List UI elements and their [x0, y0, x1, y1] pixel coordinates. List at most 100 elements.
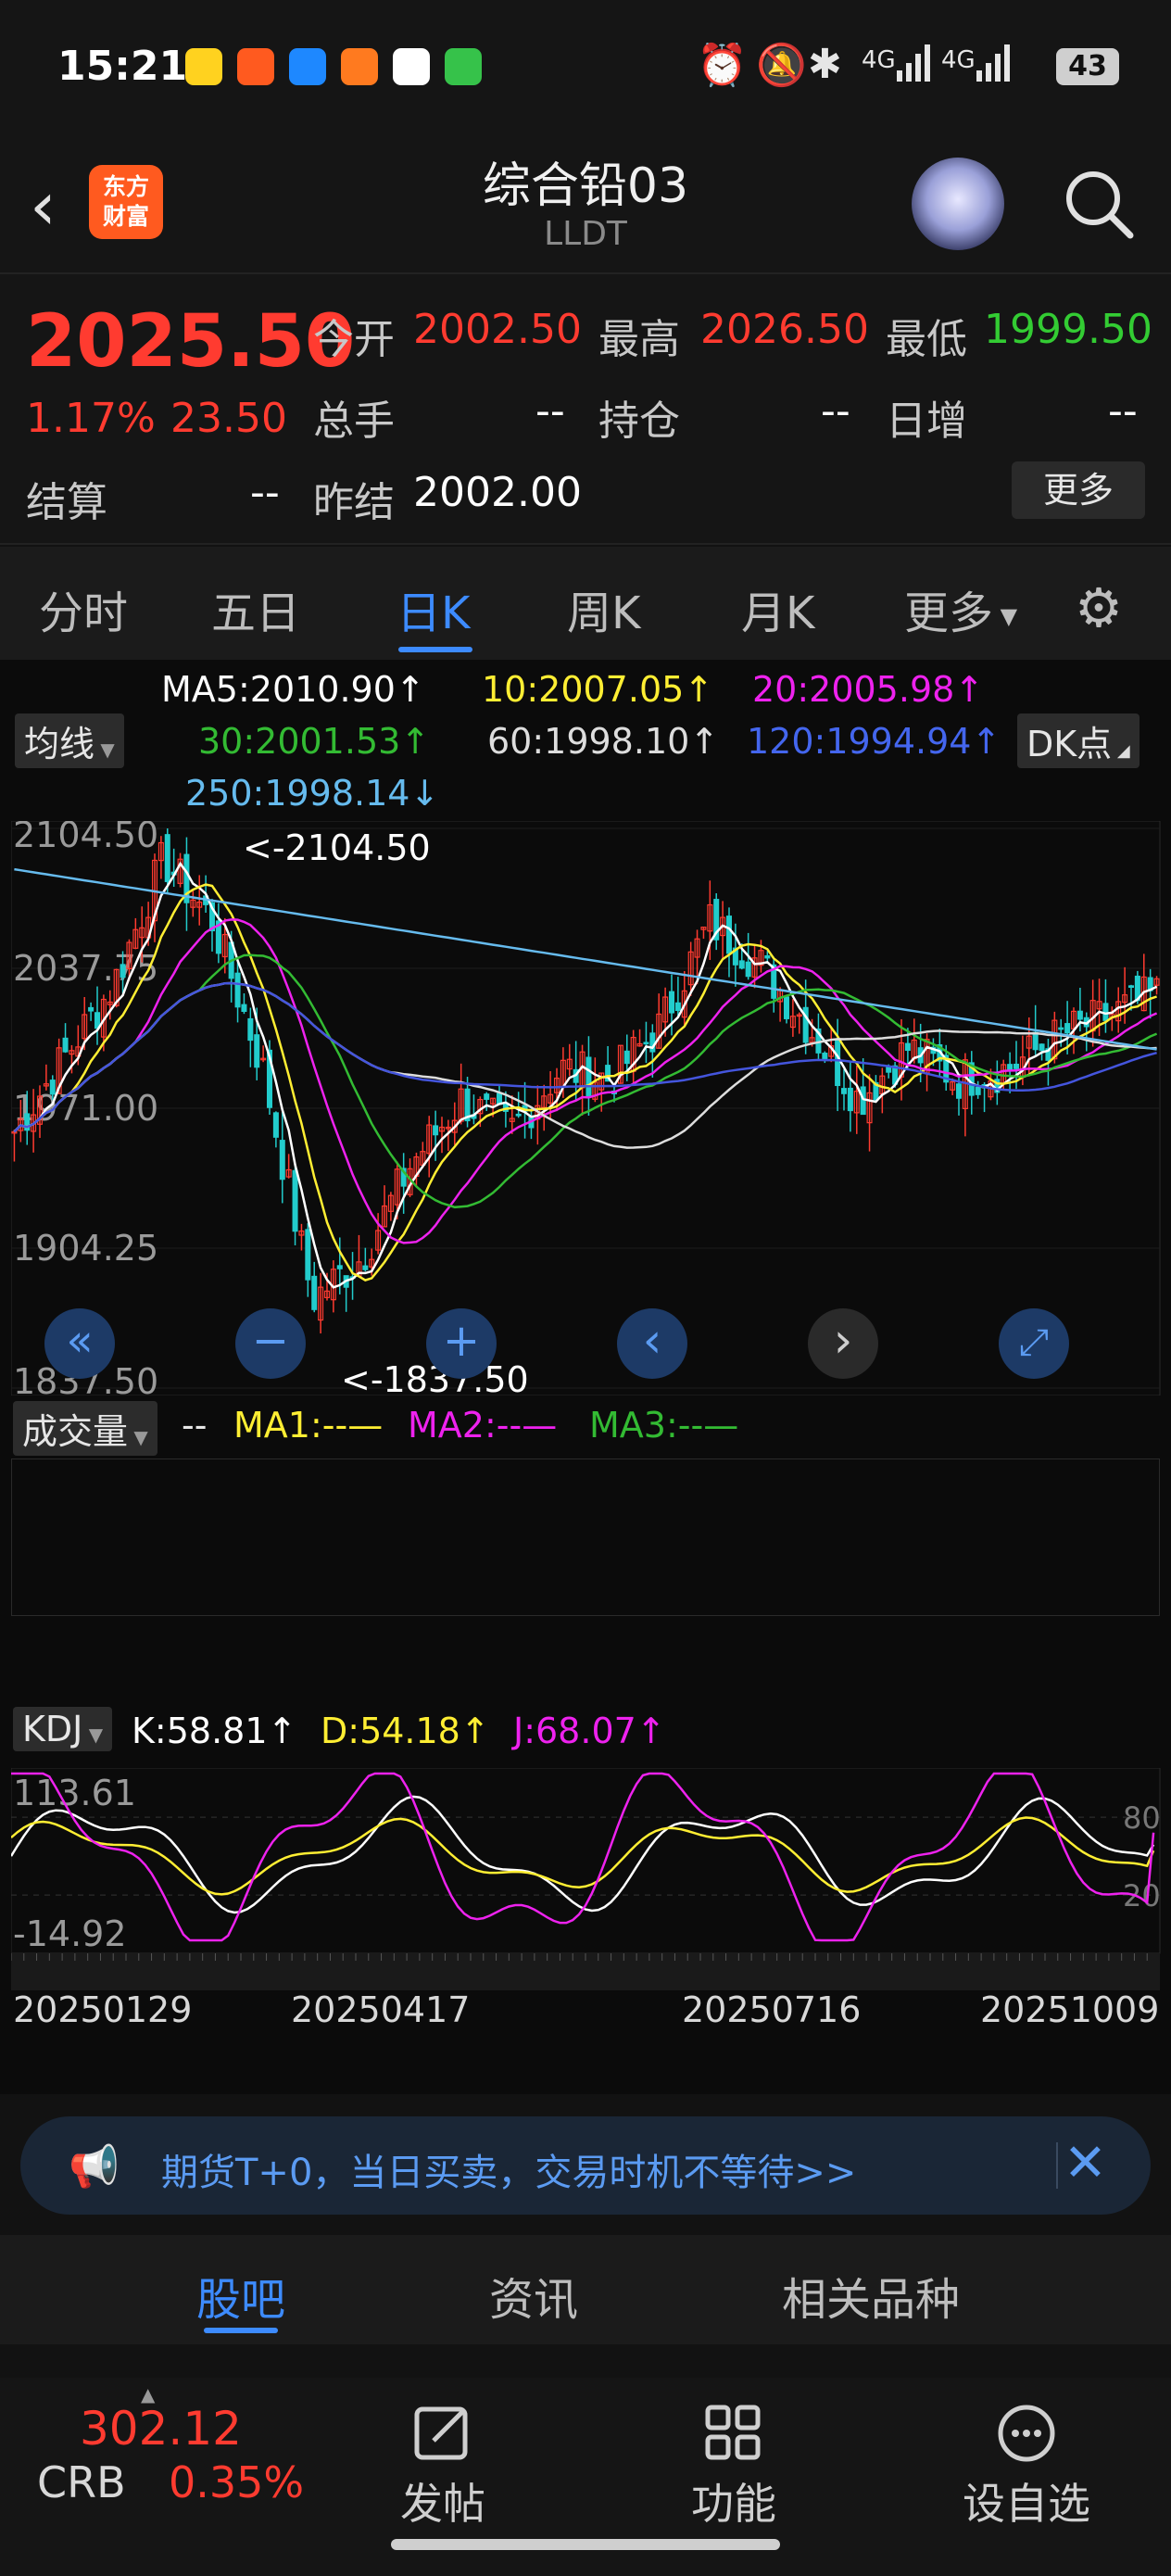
- gear-icon[interactable]: ⚙: [1075, 576, 1123, 639]
- kdj-k-label: K:58.81↑: [132, 1711, 297, 1751]
- tab-more[interactable]: 更多 ▼: [904, 576, 1017, 641]
- last-price: 2025.50: [26, 300, 356, 384]
- ma20-label: 20:2005.98↑: [752, 669, 985, 710]
- vol-ma2-label: MA2:--—: [408, 1405, 558, 1446]
- tab-forum[interactable]: 股吧: [196, 2263, 285, 2328]
- next-button[interactable]: ›: [808, 1308, 878, 1379]
- candle-body: [745, 961, 751, 978]
- prev-settle-label: 昨结: [313, 479, 395, 526]
- candle-body: [886, 1067, 892, 1073]
- crb-index-value[interactable]: 302.12: [80, 2402, 242, 2456]
- candle-body: [1039, 1043, 1045, 1052]
- tab-related[interactable]: 相关品种: [782, 2263, 960, 2328]
- change-value: 23.50: [170, 395, 287, 442]
- tab-news[interactable]: 资讯: [489, 2263, 578, 2328]
- alarm-icon: ⏰: [697, 42, 748, 89]
- more-details-button[interactable]: 更多: [1012, 461, 1145, 519]
- candlestick-chart[interactable]: 2104.502037.751971.001904.251837.50<-210…: [11, 821, 1171, 1395]
- candle-body: [234, 972, 241, 1008]
- y-tick-label: 2037.75: [13, 948, 158, 989]
- ma5-label: MA5:2010.90↑: [161, 669, 425, 710]
- volume-value: --: [182, 1405, 208, 1446]
- candle-body: [1007, 1064, 1014, 1071]
- x-tick-label: 20250129: [13, 1989, 192, 2030]
- daily-increase-value: --: [1108, 387, 1138, 435]
- ma120-line: [13, 981, 1157, 1133]
- dropdown-caret-icon: ◢: [1112, 741, 1130, 761]
- candle-body: [272, 1112, 279, 1138]
- promo-banner[interactable]: 📢 期货T+0，当日买卖，交易时机不等待>> ✕: [20, 2116, 1151, 2215]
- x-tick-label: 20251009: [980, 1989, 1159, 2030]
- prev-button[interactable]: ‹: [617, 1308, 687, 1379]
- prev-settle-value: 2002.00: [413, 469, 582, 516]
- battery-icon: 43: [1056, 48, 1119, 85]
- volume-chart[interactable]: [11, 1458, 1160, 1616]
- dropdown-caret-icon: ▼: [82, 1724, 104, 1746]
- open-value: 2002.50: [413, 306, 582, 353]
- period-tabs: 分时 五日 日K 周K 月K 更多 ▼ ⚙: [0, 547, 1171, 660]
- candle-body: [279, 1140, 285, 1181]
- candle-body: [62, 1037, 69, 1053]
- volume-indicator-select[interactable]: 成交量 ▼: [13, 1401, 157, 1456]
- candle-body: [292, 1169, 298, 1232]
- candle-body: [764, 954, 771, 959]
- network-label: 4G: [941, 46, 976, 74]
- quote-panel: 2025.50 1.17% 23.50 今开 2002.50 最高 2026.5…: [0, 274, 1171, 545]
- function-label: 功能: [691, 2479, 776, 2529]
- candle-body: [254, 1034, 260, 1068]
- candle-body: [336, 1265, 343, 1269]
- tab-weekly-k[interactable]: 周K: [567, 576, 640, 641]
- crb-index-change[interactable]: 0.35%: [169, 2457, 304, 2507]
- vol-ma2-text: MA2:--: [408, 1405, 523, 1446]
- kdj-indicator-select[interactable]: KDJ ▼: [13, 1707, 113, 1751]
- banner-text[interactable]: 期货T+0，当日买卖，交易时机不等待>>: [161, 2142, 856, 2196]
- candle-body: [674, 1002, 681, 1011]
- zoom-out-button[interactable]: −: [235, 1308, 306, 1379]
- kdj-ref-label: 20: [1123, 1878, 1161, 1913]
- fast-back-button[interactable]: «: [44, 1308, 115, 1379]
- tab-five-day[interactable]: 五日: [211, 576, 300, 641]
- candle-body: [88, 1006, 94, 1012]
- dk-point-select[interactable]: DK点 ◢: [1017, 713, 1140, 768]
- ma60-label: 60:1998.10↑: [487, 721, 720, 762]
- vol-ma3-text: MA3:--: [589, 1405, 704, 1446]
- candle-body: [164, 834, 170, 882]
- status-bar: 15:21 ⏰ 🔕 ✱ 4G 4G 43: [0, 0, 1171, 139]
- vol-ma3-label: MA3:--—: [589, 1405, 739, 1446]
- candle-body: [822, 1053, 828, 1060]
- function-button[interactable]: 功能: [650, 2396, 817, 2532]
- kdj-chart[interactable]: 80 20 113.61 -14.92 20250129 20250417 20250716…: [11, 1768, 1171, 2074]
- fullscreen-button[interactable]: ⤢: [999, 1308, 1069, 1379]
- app-notification-icon: [341, 48, 378, 85]
- kdj-ref-label: 80: [1123, 1800, 1161, 1836]
- crb-index-name[interactable]: CRB: [37, 2457, 126, 2507]
- ma-type-select[interactable]: 均线 ▼: [15, 713, 124, 768]
- tab-intraday[interactable]: 分时: [39, 576, 128, 641]
- tab-monthly-k[interactable]: 月K: [741, 576, 814, 641]
- ma30-line: [13, 953, 1158, 1209]
- kdj-max-label: 113.61: [13, 1773, 136, 1813]
- kdj-indicator-label: KDJ: [22, 1709, 83, 1749]
- post-button[interactable]: 发帖: [359, 2396, 526, 2532]
- candle-body: [783, 996, 790, 1019]
- add-watchlist-button[interactable]: 设自选: [943, 2396, 1110, 2532]
- dropdown-caret-icon: ▼: [993, 603, 1018, 629]
- close-icon[interactable]: ✕: [1064, 2133, 1107, 2193]
- zoom-in-button[interactable]: +: [426, 1308, 497, 1379]
- candle-body: [835, 1039, 841, 1087]
- tab-daily-k[interactable]: 日K: [397, 576, 470, 641]
- banner-divider: [1056, 2142, 1058, 2189]
- kdj-j-line: [11, 1772, 1155, 1942]
- candle-body: [668, 991, 675, 1014]
- app-notification-icon: [185, 48, 222, 85]
- search-icon[interactable]: [1062, 167, 1136, 241]
- low-label: 最低: [886, 316, 967, 363]
- chart-area: MA5:2010.90↑ 10:2007.05↑ 20:2005.98↑ 均线 …: [0, 660, 1171, 2094]
- x-tick-label: 20250716: [682, 1989, 861, 2030]
- assistant-robot-icon[interactable]: [912, 158, 1004, 250]
- ma250-line: [14, 867, 1157, 1051]
- app-notification-icon: [289, 48, 326, 85]
- volume-indicator-label: 成交量: [22, 1411, 129, 1452]
- dropdown-caret-icon: ▼: [128, 1426, 148, 1448]
- ma120-label: 120:1994.94↑: [747, 721, 1001, 762]
